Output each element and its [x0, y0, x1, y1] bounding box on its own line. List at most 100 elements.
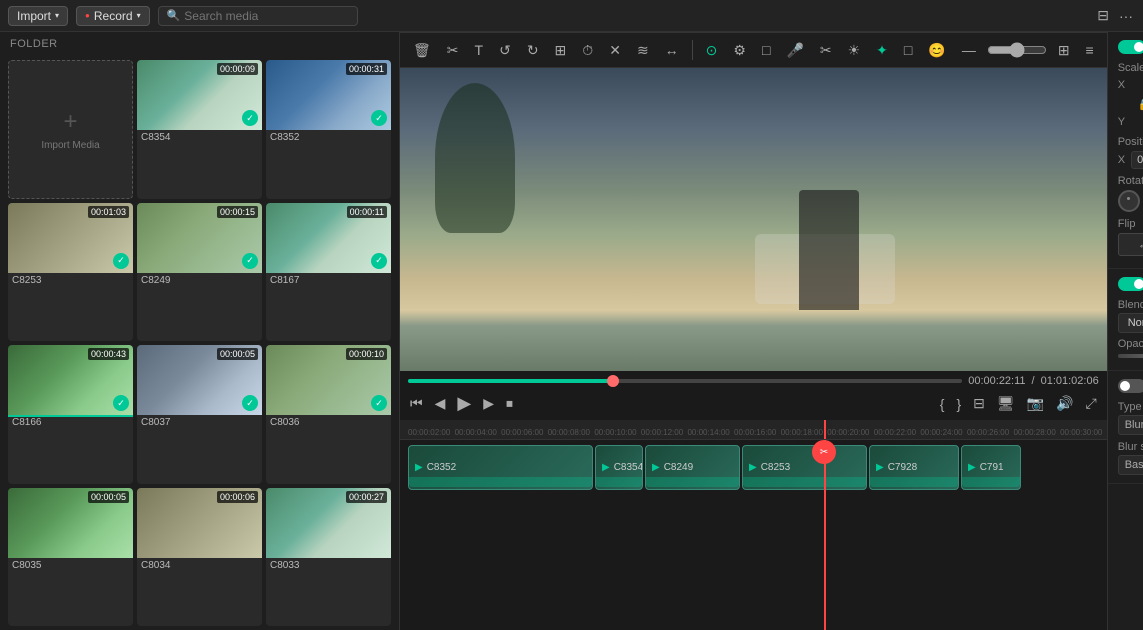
clip-audio-waveform: [962, 477, 1020, 487]
opacity-slider[interactable]: [1118, 354, 1143, 358]
expand-button[interactable]: ⤢: [1084, 393, 1099, 414]
blend-mode-select[interactable]: Normal Multiply Screen Overlay: [1118, 313, 1143, 333]
background-toggle[interactable]: [1118, 379, 1143, 393]
play-button[interactable]: ▶: [455, 391, 473, 416]
redo-button[interactable]: ↻: [522, 39, 544, 62]
delete-button[interactable]: 🗑: [408, 39, 436, 62]
list-item[interactable]: 00:00:11 ✓ C8167: [266, 203, 391, 342]
filter-icon[interactable]: ⊟: [1095, 5, 1111, 26]
split-button[interactable]: ≋: [632, 39, 654, 62]
frame-forward-button[interactable]: ▶: [481, 393, 496, 414]
list-item[interactable]: 00:00:10 ✓ C8036: [266, 345, 391, 484]
media-thumbnail: 00:00:10 ✓: [266, 345, 391, 415]
undo-button[interactable]: ↺: [494, 39, 516, 62]
sun-button[interactable]: ☀: [843, 39, 866, 62]
media-name: C8035: [8, 558, 133, 574]
playhead-icon[interactable]: ✂: [812, 440, 836, 464]
settings-toolbar-button[interactable]: ⚙: [728, 39, 751, 62]
import-media-button[interactable]: + Import Media: [8, 60, 133, 199]
top-bar-right: ⊟ ···: [1095, 5, 1135, 26]
check-icon: ✓: [113, 253, 129, 269]
clip-c8352[interactable]: ▶ C8352: [408, 445, 593, 490]
list-item[interactable]: 00:00:06 C8034: [137, 488, 262, 627]
clip-name: C8354: [614, 462, 643, 473]
screen-button[interactable]: 🖥: [995, 393, 1017, 414]
cut-button[interactable]: ✂: [442, 39, 464, 62]
volume-button[interactable]: —: [957, 39, 981, 61]
rotate-row: 0,00°: [1118, 190, 1143, 212]
clip-c8354[interactable]: ▶ C8354: [595, 445, 643, 490]
blend-mode-label: Blend Mode: [1118, 299, 1143, 311]
lock-icon[interactable]: 🔒: [1138, 98, 1143, 111]
mark-out-button[interactable]: }: [954, 394, 963, 414]
clip-c791[interactable]: ▶ C791: [961, 445, 1021, 490]
blend-mode-control: Blend Mode Normal Multiply Screen Overla…: [1118, 299, 1143, 333]
fullscreen-button[interactable]: □: [757, 39, 775, 61]
video-tree-overlay: [435, 83, 515, 233]
snapshot-button[interactable]: 📷: [1025, 393, 1046, 414]
audio-button[interactable]: 🔊: [1054, 393, 1075, 414]
list-item[interactable]: 00:00:27 C8033: [266, 488, 391, 627]
search-input[interactable]: [184, 9, 348, 23]
media-name: C8354: [137, 130, 262, 146]
clip-video-icon: ▶: [876, 462, 884, 473]
close-button[interactable]: ✕: [604, 39, 626, 62]
text-button[interactable]: T: [470, 39, 489, 61]
list-item[interactable]: 00:00:43 ✓ C8166: [8, 345, 133, 484]
progress-thumb: [607, 375, 619, 387]
clip-name: C8352: [427, 462, 456, 473]
compositing-section: Compositing Blend Mode Normal Multiply S…: [1108, 269, 1143, 371]
media-duration: 00:00:31: [346, 63, 387, 75]
clip-name: C8249: [664, 462, 693, 473]
record-arrow-icon: ▾: [137, 11, 141, 20]
transform-toggle[interactable]: [1118, 40, 1143, 54]
clip-audio-waveform: [596, 477, 642, 487]
layout-list-button[interactable]: ≡: [1081, 39, 1099, 61]
list-item[interactable]: 00:00:09 ✓ C8354: [137, 60, 262, 199]
media-duration: 00:00:10: [346, 348, 387, 360]
grid-button[interactable]: ⊞: [550, 39, 572, 62]
resize-button[interactable]: ↔: [660, 39, 684, 61]
import-button[interactable]: Import ▾: [8, 6, 68, 26]
clip-video-icon: ▶: [652, 462, 660, 473]
split-preview-button[interactable]: ⊟: [971, 393, 987, 414]
more-options-icon[interactable]: ···: [1117, 6, 1135, 26]
record-active-button[interactable]: ⊙: [701, 39, 723, 62]
scissors-button[interactable]: ✂: [815, 39, 837, 62]
list-item[interactable]: 00:00:15 ✓ C8249: [137, 203, 262, 342]
pos-x-field[interactable]: [1131, 151, 1143, 169]
clip-c7928[interactable]: ▶ C7928: [869, 445, 959, 490]
media-thumbnail: 00:00:27: [266, 488, 391, 558]
mark-in-button[interactable]: {: [938, 394, 947, 414]
position-label: Position: [1118, 136, 1143, 148]
rotate-dial[interactable]: [1118, 190, 1140, 212]
clip-c8249[interactable]: ▶ C8249: [645, 445, 740, 490]
volume-slider[interactable]: [987, 42, 1047, 58]
media-thumbnail: 00:00:09 ✓: [137, 60, 262, 130]
progress-track[interactable]: [408, 379, 962, 383]
current-time: 00:00:22:11: [968, 375, 1025, 387]
list-item[interactable]: 00:01:03 ✓ C8253: [8, 203, 133, 342]
search-icon: 🔍: [167, 9, 181, 22]
sticker-button[interactable]: □: [899, 39, 917, 61]
mic-button[interactable]: 🎤: [781, 39, 808, 62]
timer-button[interactable]: ⏱: [577, 39, 598, 62]
list-item[interactable]: 00:00:05 ✓ C8037: [137, 345, 262, 484]
clip-video-icon: ▶: [602, 462, 610, 473]
effects-button[interactable]: ✦: [871, 39, 893, 62]
layout-grid-button[interactable]: ⊞: [1053, 39, 1075, 62]
emoji-button[interactable]: 😊: [923, 39, 950, 62]
compositing-toggle[interactable]: [1118, 277, 1143, 291]
record-button[interactable]: ● Record ▾: [76, 6, 150, 26]
frame-back-button[interactable]: ◀: [433, 393, 448, 414]
flip-horizontal-button[interactable]: ⇔: [1118, 233, 1143, 256]
clip-c8253[interactable]: ▶ C8253: [742, 445, 867, 490]
stop-button[interactable]: ⏹: [504, 393, 515, 414]
skip-back-button[interactable]: ⏮: [408, 393, 425, 414]
flip-buttons: ⇔ ⇕ ⤡: [1118, 233, 1143, 256]
compositing-header: Compositing: [1118, 277, 1143, 291]
timeline-playhead-line: [824, 440, 826, 630]
list-item[interactable]: 00:00:05 C8035: [8, 488, 133, 627]
list-item[interactable]: 00:00:31 ✓ C8352: [266, 60, 391, 199]
clip-name: C8253: [761, 462, 790, 473]
